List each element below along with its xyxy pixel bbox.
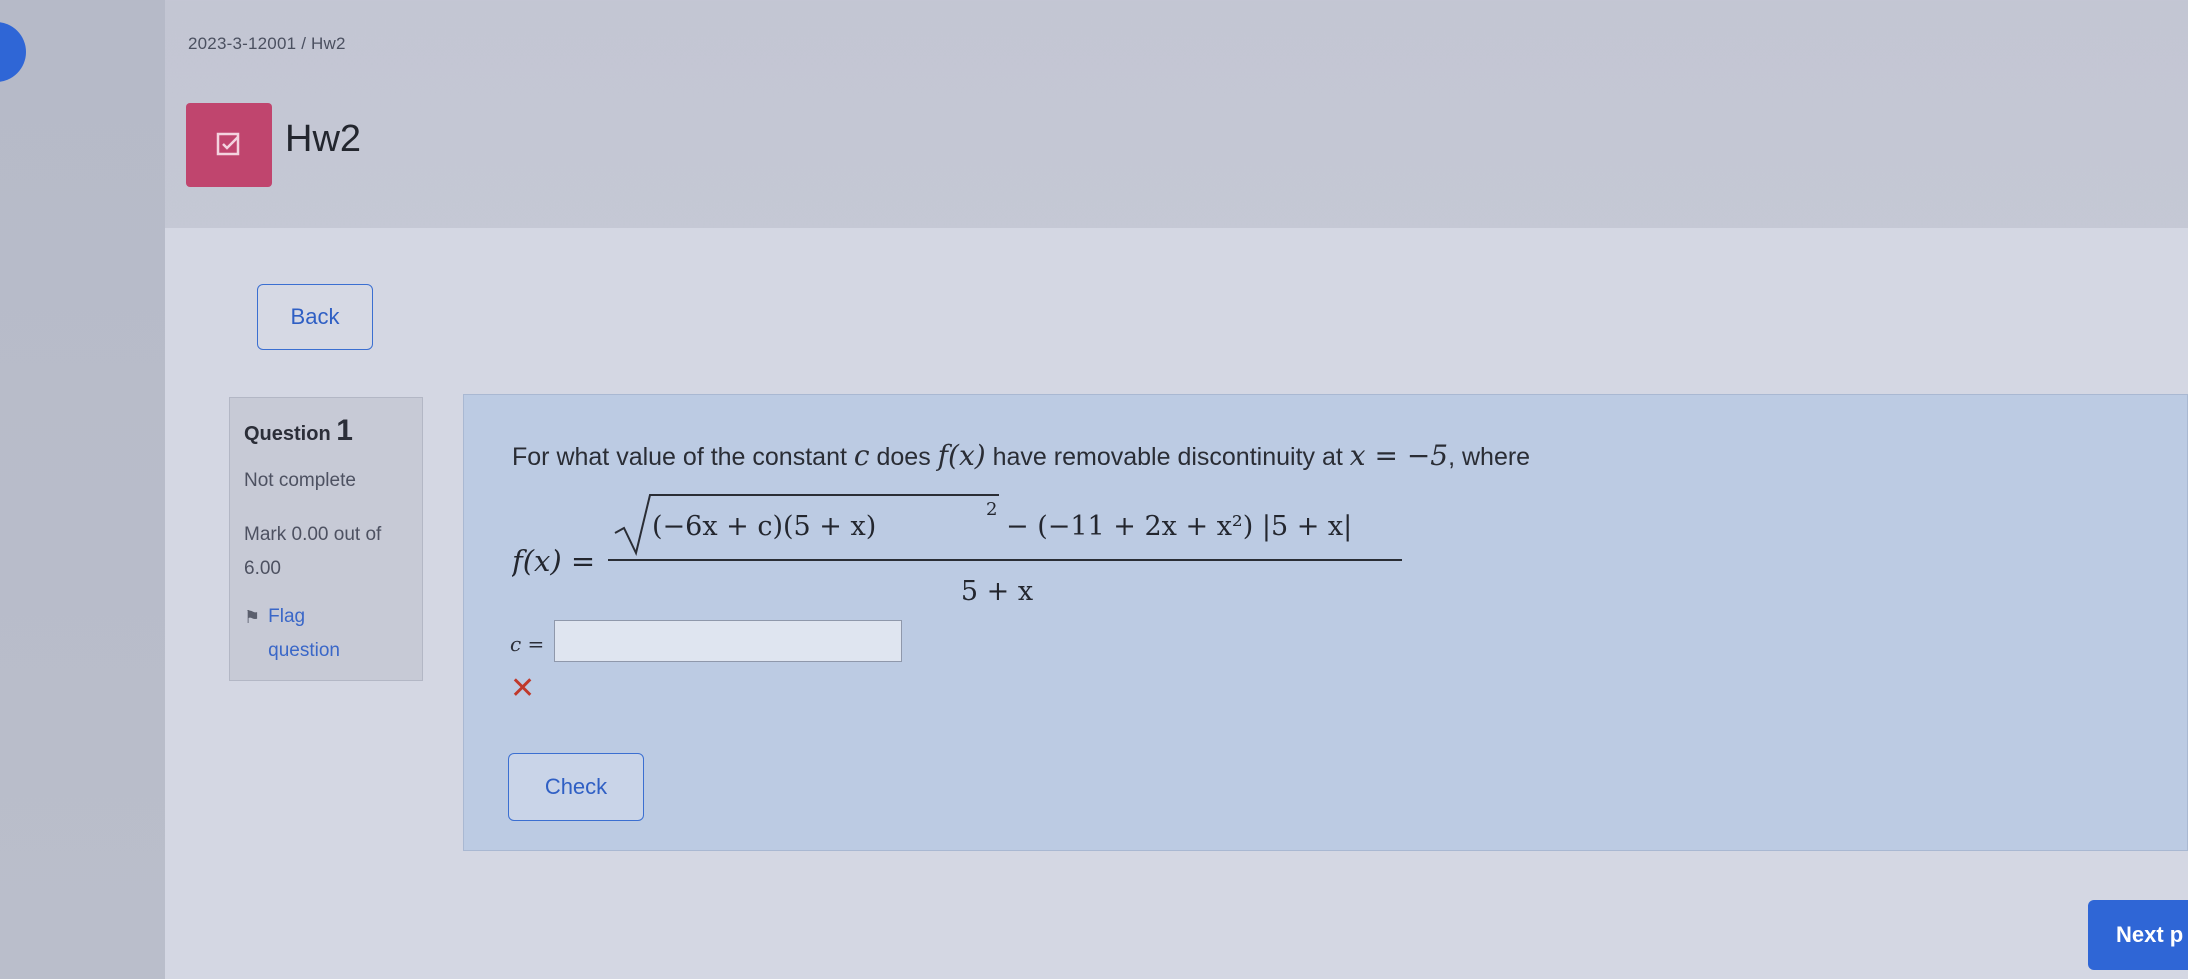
discontinuity-point: x = −5	[1349, 439, 1449, 472]
numerator-rest: − (−11 + 2x + x²) |5 + x|	[1006, 511, 1352, 542]
question-formulation: For what value of the constant c does f(…	[463, 394, 2188, 851]
assignment-check-icon	[186, 103, 272, 187]
exponent-two: 2	[986, 499, 997, 520]
next-page-button[interactable]: Next p	[2088, 900, 2188, 970]
function-symbol: f(x)	[937, 439, 986, 472]
question-mark: Mark 0.00 out of 6.00	[244, 524, 382, 579]
function-equation: f(x) = (−6x + c)(5 + x) 2 − (−11 + 2x + …	[512, 494, 1402, 607]
check-button[interactable]: Check	[508, 753, 644, 821]
question-number: Question 1	[244, 414, 353, 447]
incorrect-icon: ✕	[510, 672, 536, 705]
numerator-root-term: (−6x + c)(5 + x)	[652, 511, 876, 542]
flag-icon: ⚑	[244, 607, 261, 627]
equation-lhs: f(x) =	[512, 544, 595, 578]
denominator: 5 + x	[961, 576, 1033, 607]
breadcrumb[interactable]: 2023-3-12001 / Hw2	[188, 34, 346, 54]
drawer-toggle-button[interactable]	[0, 22, 26, 82]
answer-label: c =	[510, 632, 545, 656]
flag-question-label: Flag question	[268, 606, 340, 661]
page-title: Hw2	[285, 118, 362, 160]
left-drawer-rail	[0, 0, 165, 979]
question-state: Not complete	[244, 470, 356, 491]
question-info-panel: Question 1 Not complete Mark 0.00 out of…	[229, 397, 423, 681]
question-prompt: For what value of the constant c does f(…	[512, 439, 1531, 472]
back-button[interactable]: Back	[257, 284, 373, 350]
constant-symbol: c	[853, 439, 870, 472]
flag-question-link[interactable]: ⚑ Flag question	[244, 600, 408, 668]
answer-input[interactable]	[554, 620, 902, 662]
